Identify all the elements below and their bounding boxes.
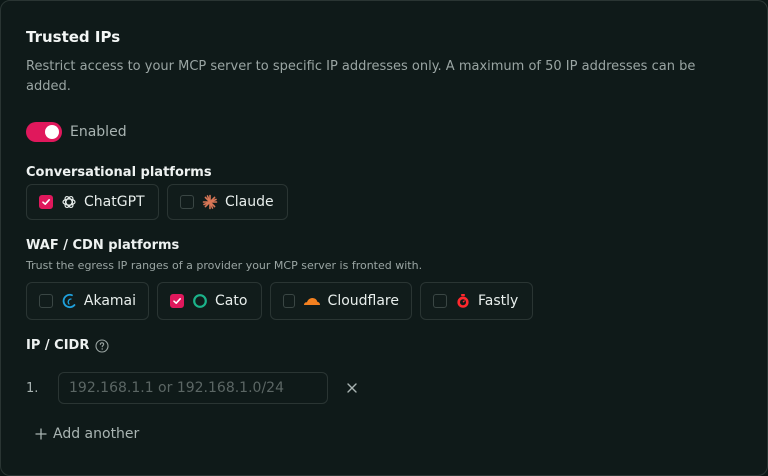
waf-label: WAF / CDN platforms <box>26 238 180 253</box>
option-chatgpt[interactable]: ChatGPT <box>26 184 159 220</box>
claude-icon <box>202 194 218 210</box>
add-another-label: Add another <box>53 426 140 442</box>
option-label: Cloudflare <box>327 293 399 309</box>
akamai-checkbox[interactable] <box>39 294 53 308</box>
check-icon <box>173 298 181 304</box>
cloudflare-checkbox[interactable] <box>283 294 295 308</box>
option-label: Akamai <box>83 293 136 309</box>
ip-cidr-label-row: IP / CIDR <box>26 338 109 353</box>
option-label: ChatGPT <box>84 194 145 210</box>
option-claude[interactable]: Claude <box>167 184 288 220</box>
cloudflare-icon <box>303 293 321 309</box>
trusted-ips-card: Trusted IPs Restrict access to your MCP … <box>0 0 768 476</box>
option-label: Fastly <box>478 293 519 309</box>
fastly-checkbox[interactable] <box>433 294 447 308</box>
chatgpt-checkbox[interactable] <box>39 195 53 209</box>
remove-ip-button[interactable] <box>344 380 360 396</box>
ip-cidr-label: IP / CIDR <box>26 338 90 353</box>
conversational-options: ChatGPT Claude <box>26 184 288 220</box>
check-icon <box>42 199 50 205</box>
help-circle-icon[interactable] <box>95 338 109 353</box>
fastly-icon <box>455 293 471 309</box>
ip-row-number: 1. <box>26 380 39 396</box>
option-cato[interactable]: Cato <box>157 282 262 320</box>
close-icon <box>347 383 357 393</box>
ip-input[interactable] <box>58 372 328 404</box>
enabled-toggle-row[interactable]: Enabled <box>26 122 127 142</box>
claude-checkbox[interactable] <box>180 195 194 209</box>
section-description: Restrict access to your MCP server to sp… <box>26 59 696 94</box>
cato-checkbox[interactable] <box>170 294 184 308</box>
option-fastly[interactable]: Fastly <box>420 282 533 320</box>
toggle-knob <box>45 125 59 139</box>
conversational-label: Conversational platforms <box>26 165 212 180</box>
enabled-toggle[interactable] <box>26 122 62 142</box>
section-title: Trusted IPs <box>26 28 121 46</box>
toggle-label: Enabled <box>70 124 127 140</box>
ip-row: 1. <box>26 372 360 404</box>
waf-help: Trust the egress IP ranges of a provider… <box>26 259 423 272</box>
option-label: Claude <box>225 194 274 210</box>
option-cloudflare[interactable]: Cloudflare <box>270 282 412 320</box>
waf-options: Akamai Cato Cloudflare Fastly <box>26 282 533 320</box>
akamai-icon <box>61 293 77 309</box>
openai-icon <box>61 194 77 210</box>
add-another-button[interactable]: Add another <box>35 426 139 442</box>
option-akamai[interactable]: Akamai <box>26 282 149 320</box>
cato-icon <box>192 293 208 309</box>
plus-icon <box>35 428 47 440</box>
option-label: Cato <box>215 293 248 309</box>
